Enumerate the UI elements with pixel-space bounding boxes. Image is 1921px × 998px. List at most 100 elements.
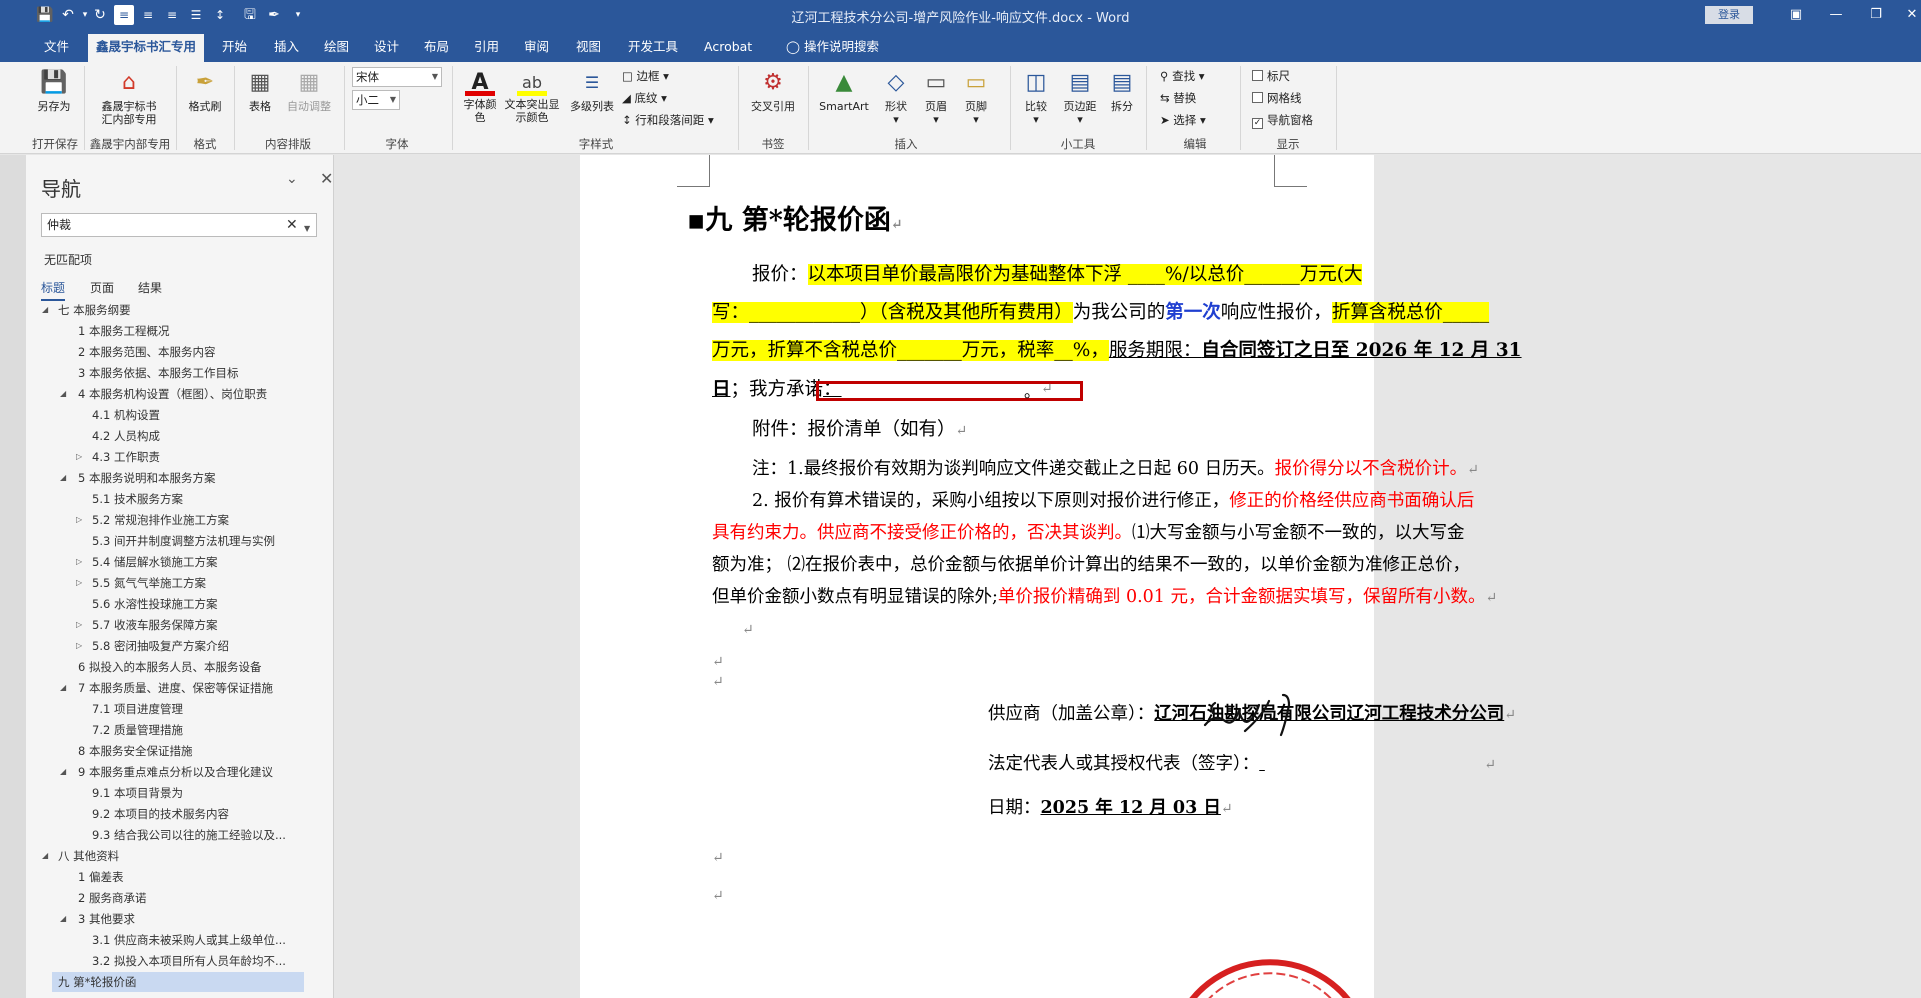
compare-button[interactable]: ◫ 比较 ▾ xyxy=(1016,68,1056,126)
nav-heading[interactable]: 8 本服务安全保证措施 xyxy=(78,741,192,761)
clear-search-icon[interactable]: ✕ xyxy=(286,217,298,233)
header-button[interactable]: ▭ 页眉 ▾ xyxy=(918,68,954,126)
close-icon[interactable]: ✕ xyxy=(1898,4,1921,26)
tab-home[interactable]: 开始 xyxy=(214,34,255,62)
tab-xsy[interactable]: 鑫晟宇标书汇专用 xyxy=(88,34,205,62)
chevron-down-icon[interactable]: ⌄ xyxy=(286,171,298,187)
font-name-combo[interactable]: 宋体 ▼ xyxy=(352,67,442,87)
gridlines-checkbox[interactable]: 网格线 xyxy=(1252,90,1302,106)
tab-file[interactable]: 文件 xyxy=(36,34,77,62)
tab-developer[interactable]: 开发工具 xyxy=(620,34,686,62)
tab-view[interactable]: 视图 xyxy=(568,34,609,62)
nav-heading[interactable]: 5.7 收液车服务保障方案 xyxy=(92,615,217,635)
font-color-button[interactable]: A 字体颜色 xyxy=(458,68,502,124)
margins-button[interactable]: ▤ 页边距 ▾ xyxy=(1058,68,1102,126)
document-canvas[interactable]: ▪九 第*轮报价函↵ 报价：以本项目单价最高限价为基础整体下浮 ____%/以总… xyxy=(335,155,1921,998)
tab-design[interactable]: 设计 xyxy=(366,34,407,62)
collapse-triangle-icon[interactable]: ▷ xyxy=(76,510,82,530)
nav-heading[interactable]: 5.1 技术服务方案 xyxy=(92,489,183,509)
replace-button[interactable]: ⇆ 替换 xyxy=(1160,90,1196,106)
expand-triangle-icon[interactable]: ◢ xyxy=(60,762,66,782)
cross-reference-button[interactable]: ⚙ 交叉引用 xyxy=(744,68,802,113)
nav-heading[interactable]: 5.3 间开井制度调整方法机理与实例 xyxy=(92,531,275,551)
save-as-button[interactable]: 💾 另存为 xyxy=(32,68,76,113)
tab-layout[interactable]: 布局 xyxy=(416,34,457,62)
collapse-triangle-icon[interactable]: ▷ xyxy=(76,636,82,656)
nav-heading[interactable]: 3.2 拟投入本项目所有人员年龄均不... xyxy=(92,951,286,971)
shading-button[interactable]: ◢ 底纹 ▾ xyxy=(622,90,667,106)
search-options-icon[interactable]: ▼ xyxy=(304,218,310,240)
restore-icon[interactable]: ❐ xyxy=(1862,4,1890,26)
tab-draw[interactable]: 绘图 xyxy=(316,34,357,62)
nav-heading[interactable]: 1 本服务工程概况 xyxy=(78,321,169,341)
nav-heading[interactable]: 6 拟投入的本服务人员、本服务设备 xyxy=(78,657,261,677)
nav-heading[interactable]: 7.2 质量管理措施 xyxy=(92,720,183,740)
tab-review[interactable]: 审阅 xyxy=(516,34,557,62)
nav-heading[interactable]: 9.1 本项目背景为 xyxy=(92,783,183,803)
tab-insert[interactable]: 插入 xyxy=(266,34,307,62)
document-page[interactable]: ▪九 第*轮报价函↵ 报价：以本项目单价最高限价为基础整体下浮 ____%/以总… xyxy=(580,155,1522,998)
tell-me-search[interactable]: ◯ 操作说明搜索 xyxy=(778,34,887,62)
nav-heading[interactable]: 5.4 储层解水锁施工方案 xyxy=(92,552,217,572)
smartart-button[interactable]: ▲ SmartArt xyxy=(814,68,874,113)
border-button[interactable]: □ 边框 ▾ xyxy=(622,68,669,84)
nav-heading[interactable]: 9 本服务重点难点分析以及合理化建议 xyxy=(78,762,273,782)
nav-heading[interactable]: 7 本服务质量、进度、保密等保证措施 xyxy=(78,678,273,698)
minimize-icon[interactable]: — xyxy=(1822,4,1850,26)
multilevel-list-button[interactable]: ☰ 多级列表 xyxy=(566,68,618,113)
ribbon-display-icon[interactable]: ▣ xyxy=(1782,4,1810,26)
collapse-triangle-icon[interactable]: ▷ xyxy=(76,573,82,593)
tab-references[interactable]: 引用 xyxy=(466,34,507,62)
find-button[interactable]: ⚲ 查找 ▾ xyxy=(1160,68,1205,84)
nav-heading[interactable]: 4 本服务机构设置（框图）、岗位职责 xyxy=(78,384,267,404)
nav-heading[interactable]: 4.3 工作职责 xyxy=(92,447,160,467)
nav-heading[interactable]: 9.2 本项目的技术服务内容 xyxy=(92,804,229,824)
nav-pane-checkbox[interactable]: ✓ 导航窗格 xyxy=(1252,112,1313,129)
auto-adjust-button[interactable]: ▦ 自动调整 xyxy=(284,68,334,113)
nav-tab-results[interactable]: 结果 xyxy=(138,279,162,296)
nav-heading[interactable]: 5.8 密闭抽吸复产方案介绍 xyxy=(92,636,229,656)
nav-tab-pages[interactable]: 页面 xyxy=(90,279,114,296)
tab-acrobat[interactable]: Acrobat xyxy=(696,34,760,62)
expand-triangle-icon[interactable]: ◢ xyxy=(60,468,66,488)
collapse-triangle-icon[interactable]: ▷ xyxy=(76,552,82,572)
font-size-combo[interactable]: 小二 ▼ xyxy=(352,90,400,110)
paragraph-spacing-button[interactable]: ↕ 行和段落间距 ▾ xyxy=(622,112,714,128)
login-button[interactable]: 登录 xyxy=(1705,6,1753,24)
expand-triangle-icon[interactable]: ◢ xyxy=(60,384,66,404)
nav-heading[interactable]: 3 其他要求 xyxy=(78,909,135,929)
nav-heading[interactable]: 八 其他资料 xyxy=(58,846,119,866)
nav-heading[interactable]: 1 偏差表 xyxy=(78,867,123,887)
nav-heading[interactable]: 5.2 常规泡排作业施工方案 xyxy=(92,510,229,530)
nav-heading[interactable]: 7.1 项目进度管理 xyxy=(92,699,183,719)
nav-heading[interactable]: 5.5 氮气气举施工方案 xyxy=(92,573,206,593)
collapse-triangle-icon[interactable]: ▷ xyxy=(76,615,82,635)
nav-heading[interactable]: 5 本服务说明和本服务方案 xyxy=(78,468,215,488)
expand-triangle-icon[interactable]: ◢ xyxy=(42,300,48,320)
nav-search-input[interactable]: 仲裁 ✕ ▼ xyxy=(41,213,317,237)
collapse-triangle-icon[interactable]: ▷ xyxy=(76,447,82,467)
close-icon[interactable]: ✕ xyxy=(320,169,333,188)
split-button[interactable]: ▤ 拆分 xyxy=(1104,68,1140,113)
nav-tab-headings[interactable]: 标题 xyxy=(41,279,66,301)
nav-heading[interactable]: 4.2 人员构成 xyxy=(92,426,160,446)
ruler-checkbox[interactable]: 标尺 xyxy=(1252,68,1290,84)
nav-heading[interactable]: 4.1 机构设置 xyxy=(92,405,160,425)
xsy-button[interactable]: ⌂ 鑫晟宇标书 汇内部专用 xyxy=(92,68,166,126)
shape-button[interactable]: ◇ 形状 ▾ xyxy=(876,68,916,126)
commitment-blank-highlight[interactable]: 。 ↵ xyxy=(816,381,1083,401)
expand-triangle-icon[interactable]: ◢ xyxy=(60,909,66,929)
footer-button[interactable]: ▭ 页脚 ▾ xyxy=(958,68,994,126)
nav-heading[interactable]: 9.3 结合我公司以往的施工经验以及... xyxy=(92,825,286,845)
nav-heading[interactable]: 七 本服务纲要 xyxy=(58,300,131,320)
select-button[interactable]: ➤ 选择 ▾ xyxy=(1160,112,1206,128)
highlight-button[interactable]: ab 文本突出显 示颜色 xyxy=(502,68,562,124)
expand-triangle-icon[interactable]: ◢ xyxy=(42,846,48,866)
nav-heading[interactable]: 2 服务商承诺 xyxy=(78,888,146,908)
nav-heading[interactable]: 5.6 水溶性投球施工方案 xyxy=(92,594,217,614)
table-button[interactable]: ▦ 表格 xyxy=(240,68,280,113)
nav-heading-selected[interactable]: 九 第*轮报价函 xyxy=(52,972,304,992)
nav-heading[interactable]: 2 本服务范围、本服务内容 xyxy=(78,342,215,362)
nav-heading[interactable]: 3.1 供应商未被采购人或其上级单位... xyxy=(92,930,286,950)
format-painter-button[interactable]: ✒ 格式刷 xyxy=(182,68,228,113)
